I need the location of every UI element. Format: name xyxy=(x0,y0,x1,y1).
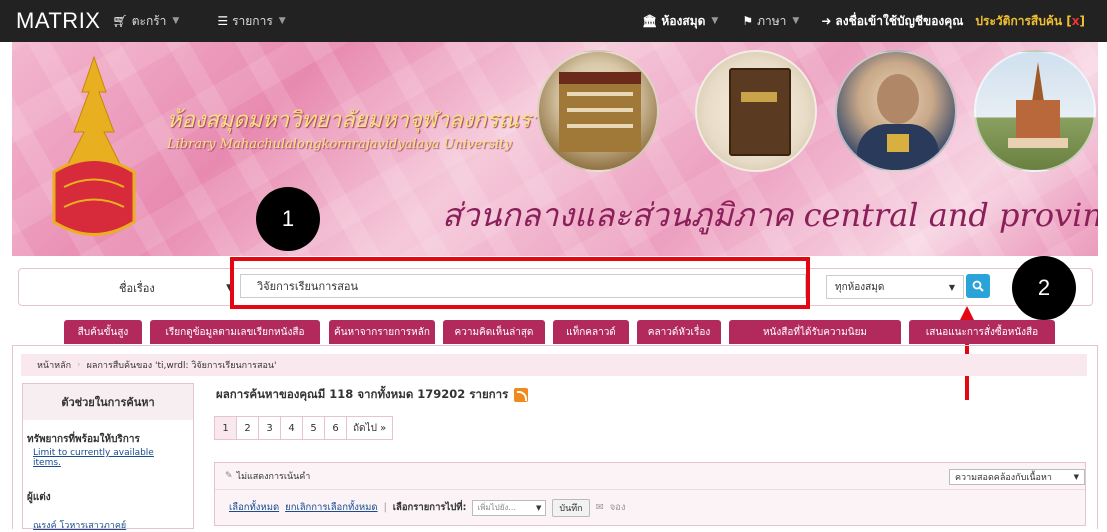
save-button[interactable]: บันทึก xyxy=(552,498,590,517)
query-highlight-box xyxy=(230,257,810,309)
add-to-list-value: เพิ่มไปยัง... xyxy=(477,503,516,512)
search-field-value: ชื่อเรื่อง xyxy=(119,282,155,295)
chevron-down-icon: ▼ xyxy=(792,16,800,26)
chevron-down-icon: ▼ xyxy=(535,503,542,512)
library-select-value: ทุกห้องสมุด xyxy=(835,281,885,293)
university-name-english: Library Mahachulalongkornrajavidyalaya U… xyxy=(167,137,512,152)
tab-advanced-search[interactable]: สืบค้นขั้นสูง xyxy=(64,320,142,344)
search-field-select[interactable]: ชื่อเรื่อง ▼ xyxy=(59,276,239,300)
library-select[interactable]: ทุกห้องสมุด ▼ xyxy=(826,275,964,299)
tab-subject-cloud[interactable]: คลาวด์หัวเรื่อง xyxy=(637,320,721,344)
language-label: ภาษา xyxy=(757,13,787,28)
chevron-down-icon: ▼ xyxy=(948,282,955,292)
hold-icon: ✉ xyxy=(595,502,604,513)
sort-select[interactable]: ความสอดคล้องกับเนื้อหา ▼ xyxy=(949,469,1085,485)
login-label: ลงชื่อเข้าใช้บัญชีของคุณ xyxy=(835,13,964,28)
feature-tabs: สืบค้นขั้นสูง เรียกดูข้อมูลตามเลขเรียกหน… xyxy=(0,320,1107,344)
selection-toolbar: เลือกทั้งหมด ยกเลิกการเลือกทั้งหมด | เลื… xyxy=(215,489,1085,525)
page-link[interactable]: 2 xyxy=(237,417,259,439)
select-all-link[interactable]: เลือกทั้งหมด xyxy=(229,500,279,515)
page-link[interactable]: 6 xyxy=(325,417,347,439)
tab-catalog-search[interactable]: ค้นหาจากรายการหลัก xyxy=(329,320,435,344)
pagination: 1 2 3 4 5 6 ถัดไป » xyxy=(214,416,394,440)
selected-to-label: เลือกรายการไปที่: xyxy=(392,502,467,513)
lists-menu[interactable]: ☰ รายการ ▼ xyxy=(217,12,285,31)
history-clear-button[interactable]: x xyxy=(1072,14,1080,28)
toggle-highlight-link[interactable]: ไม่แสดงการเน้นคำ xyxy=(237,469,311,483)
results-summary: ผลการค้นหาของคุณมี 118 จากทั้งหมด 179202… xyxy=(216,386,529,404)
search-icon xyxy=(972,280,984,292)
step-badge-1: 1 xyxy=(256,187,320,251)
author-facet-link[interactable]: ณรงค์ โวหารเสาวภาคย์ xyxy=(33,518,126,532)
availability-heading: ทรัพยากรที่พร้อมให้บริการ xyxy=(27,434,140,445)
library-label: ห้องสมุด xyxy=(661,13,706,28)
cart-menu[interactable]: 🛒︎ ตะกร้า ▼ xyxy=(112,12,179,31)
chevron-down-icon: ▼ xyxy=(278,16,286,26)
availability-filter-link[interactable]: Limit to currently available items. xyxy=(33,448,173,468)
next-page-link[interactable]: ถัดไป » xyxy=(347,417,393,439)
clear-all-link[interactable]: ยกเลิกการเลือกทั้งหมด xyxy=(285,500,377,515)
hold-link[interactable]: จอง xyxy=(610,500,626,515)
add-to-list-select[interactable]: เพิ่มไปยัง... ▼ xyxy=(472,499,547,516)
chevron-down-icon: ▼ xyxy=(1073,473,1079,481)
tab-tag-cloud[interactable]: แท็กคลาวด์ xyxy=(553,320,629,344)
breadcrumb: หน้าหลัก › ผลการสืบค้นของ 'ti,wrdl: วิจั… xyxy=(21,354,1087,376)
chevron-down-icon: ▼ xyxy=(172,16,180,26)
library-icon: 🏛︎ xyxy=(642,14,658,28)
results-count-text: ผลการค้นหาของคุณมี 118 จากทั้งหมด 179202… xyxy=(216,387,509,401)
university-emblem xyxy=(52,55,136,236)
page-link-current[interactable]: 1 xyxy=(215,417,237,439)
search-button[interactable] xyxy=(966,274,990,298)
tab-recent-comments[interactable]: ความคิดเห็นล่าสุด xyxy=(443,320,545,344)
sort-select-value: ความสอดคล้องกับเนื้อหา xyxy=(955,473,1052,483)
breadcrumb-separator: › xyxy=(77,360,81,370)
cart-label: ตะกร้า xyxy=(131,13,167,28)
sign-in-icon: ➜ xyxy=(821,14,832,28)
tab-suggest-purchase[interactable]: เสนอแนะการสั่งซื้อหนังสือ xyxy=(909,320,1055,344)
highlighter-icon: ✎ xyxy=(225,471,233,481)
highlight-toolbar: ✎ ไม่แสดงการเน้นคำ ความสอดคล้องกับเนื้อห… xyxy=(215,463,1085,489)
brand-logo[interactable]: MATRIX xyxy=(16,8,100,34)
temple-photo xyxy=(974,50,1096,172)
library-menu[interactable]: 🏛︎ ห้องสมุด ▼ xyxy=(642,12,718,31)
page-link[interactable]: 3 xyxy=(259,417,281,439)
rss-icon[interactable] xyxy=(514,388,529,402)
lists-label: รายการ xyxy=(232,13,273,28)
library-banner: ห้องสมุดมหาวิทยาลัยมหาจุฬาลงกรณราชวิทยาล… xyxy=(12,42,1098,256)
banner-tagline: ส่วนกลางและส่วนภูมิภาค central and provi… xyxy=(442,196,1098,234)
page-link[interactable]: 5 xyxy=(303,417,325,439)
language-menu[interactable]: ⚑ ภาษา ▼ xyxy=(742,12,799,31)
flag-icon: ⚑ xyxy=(742,14,754,28)
breadcrumb-home[interactable]: หน้าหลัก xyxy=(37,358,71,372)
page-link[interactable]: 4 xyxy=(281,417,303,439)
king-portrait-photo xyxy=(835,50,957,172)
old-book-photo xyxy=(695,50,817,172)
tab-popular-books[interactable]: หนังสือที่ได้รับความนิยม xyxy=(729,320,901,344)
search-facets-sidebar: ตัวช่วยในการค้นหา ทรัพยากรที่พร้อมให้บริ… xyxy=(22,383,194,532)
divider: | xyxy=(383,502,387,513)
search-history-link[interactable]: ประวัติการสืบค้น [x] xyxy=(975,12,1085,31)
breadcrumb-current: ผลการสืบค้นของ 'ti,wrdl: วิจัยการเรียนกา… xyxy=(86,361,277,371)
cart-icon: 🛒︎ xyxy=(112,14,128,28)
list-icon: ☰ xyxy=(217,14,229,28)
login-link[interactable]: ➜ ลงชื่อเข้าใช้บัญชีของคุณ xyxy=(821,12,963,31)
chevron-down-icon: ▼ xyxy=(711,16,719,26)
author-heading: ผู้แต่ง xyxy=(27,492,51,503)
library-building-photo xyxy=(537,50,659,172)
sidebar-title: ตัวช่วยในการค้นหา xyxy=(23,384,193,420)
top-navbar: MATRIX 🛒︎ ตะกร้า ▼ ☰ รายการ ▼ 🏛︎ ห้องสมุ… xyxy=(0,0,1107,42)
tab-call-number[interactable]: เรียกดูข้อมูลตามเลขเรียกหนังสือ xyxy=(150,320,320,344)
history-label: ประวัติการสืบค้น xyxy=(975,13,1063,28)
step-badge-2: 2 xyxy=(1012,256,1076,320)
results-toolbar: ✎ ไม่แสดงการเน้นคำ ความสอดคล้องกับเนื้อห… xyxy=(214,462,1086,526)
